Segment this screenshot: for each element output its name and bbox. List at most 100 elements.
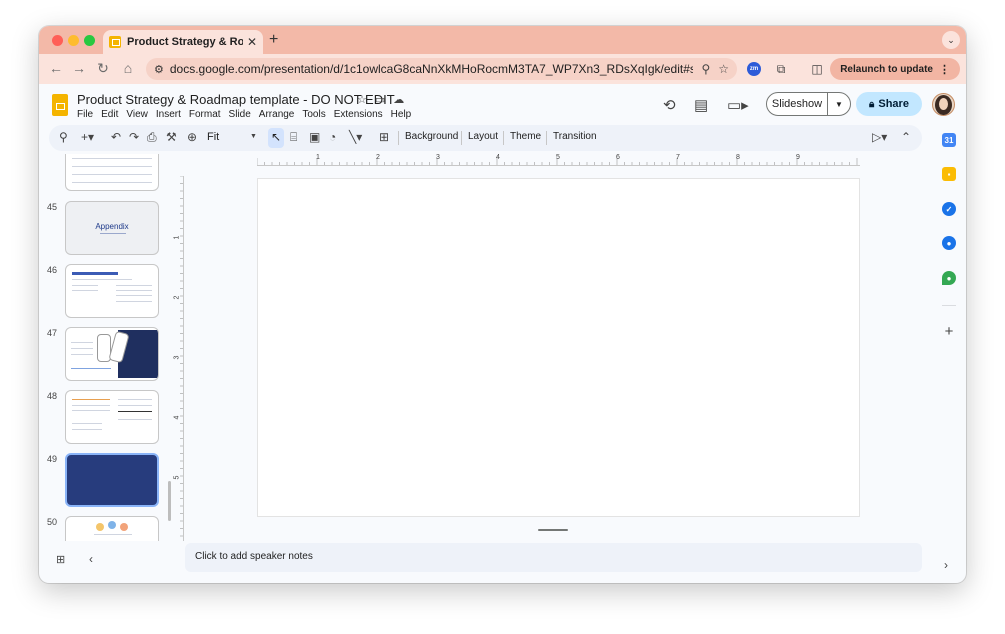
slide-thumbnail-47[interactable]: [65, 327, 159, 381]
calendar-icon[interactable]: 31: [942, 133, 956, 147]
address-bar[interactable]: ⚙ docs.google.com/presentation/d/1c1owlc…: [146, 58, 737, 80]
slides-logo-icon[interactable]: [52, 94, 68, 116]
shape-icon[interactable]: ◔: [329, 130, 336, 144]
zoom-dropdown-icon[interactable]: ▼: [250, 133, 257, 140]
minimize-window-button[interactable]: [68, 35, 79, 46]
slideshow-button[interactable]: Slideshow ▼: [766, 92, 851, 116]
insert-comment-icon[interactable]: ⊞: [379, 130, 389, 144]
zoom-magnifier-icon[interactable]: ⚲: [701, 62, 710, 76]
new-slide-icon[interactable]: +▾: [81, 130, 94, 144]
move-folder-icon[interactable]: ▭: [375, 93, 385, 106]
slide-number: 47: [47, 328, 58, 338]
tab-search-button[interactable]: ⌄: [942, 31, 960, 49]
browser-tab[interactable]: Product Strategy & Roadmap template - DO…: [103, 30, 263, 54]
zoom-select[interactable]: Fit: [207, 131, 219, 143]
slide-number: 48: [47, 391, 58, 401]
extensions-puzzle-icon[interactable]: ⧉: [772, 60, 790, 78]
close-window-button[interactable]: [52, 35, 63, 46]
menu-insert[interactable]: Insert: [156, 109, 181, 120]
ruler-label: 2: [376, 154, 380, 161]
slide-number: 49: [47, 454, 58, 464]
close-tab-icon[interactable]: ✕: [247, 35, 257, 49]
home-icon[interactable]: ⌂: [119, 60, 137, 76]
slide-canvas[interactable]: [257, 178, 860, 517]
url-text[interactable]: docs.google.com/presentation/d/1c1owlcaG…: [170, 62, 694, 76]
menu-extensions[interactable]: Extensions: [334, 109, 383, 120]
line-icon[interactable]: ╲▾: [349, 130, 362, 144]
slide-thumbnail-46[interactable]: [65, 264, 159, 318]
menu-format[interactable]: Format: [189, 109, 221, 120]
menu-arrange[interactable]: Arrange: [259, 109, 295, 120]
collapse-toolbar-icon[interactable]: ⌃: [901, 130, 911, 144]
background-button[interactable]: Background: [405, 131, 458, 142]
collapse-filmstrip-icon[interactable]: ‹: [89, 552, 93, 566]
cloud-status-icon[interactable]: ☁: [393, 93, 404, 106]
ruler-label: 5: [556, 154, 560, 161]
search-menus-icon[interactable]: ⚲: [59, 130, 68, 144]
ruler-label: 9: [796, 154, 800, 161]
grid-view-icon[interactable]: ⊞: [56, 553, 65, 566]
paint-format-icon[interactable]: ⚒: [166, 130, 177, 144]
share-button[interactable]: 🔒︎ Share: [856, 92, 922, 116]
ruler-label: 2: [173, 295, 181, 300]
redo-icon[interactable]: ↷: [129, 130, 139, 144]
print-icon[interactable]: ⎙: [147, 130, 157, 145]
zoom-extension-icon[interactable]: zm: [747, 62, 761, 76]
appendix-text: Appendix: [95, 222, 129, 231]
get-addons-icon[interactable]: +: [942, 323, 956, 340]
maximize-window-button[interactable]: [84, 35, 95, 46]
slide-thumbnail-50[interactable]: [65, 516, 159, 541]
slideshow-dropdown-icon[interactable]: ▼: [828, 100, 850, 109]
bookmark-star-icon[interactable]: ☆: [718, 62, 729, 76]
comments-icon[interactable]: ▤: [694, 96, 708, 114]
ruler-label: 1: [316, 154, 320, 161]
maps-icon[interactable]: ●: [942, 271, 956, 285]
tasks-icon[interactable]: ✓: [942, 202, 956, 216]
ruler-label: 8: [736, 154, 740, 161]
select-tool-icon[interactable]: ↖: [268, 128, 284, 148]
menu-view[interactable]: View: [126, 109, 148, 120]
slide-thumbnail-48[interactable]: [65, 390, 159, 444]
slide-thumbnail[interactable]: [65, 154, 159, 191]
side-panel-icon[interactable]: ◫: [808, 60, 826, 78]
ruler-label: 4: [173, 415, 181, 420]
new-tab-button[interactable]: +: [269, 31, 278, 49]
meet-video-icon[interactable]: ▭▸: [727, 96, 749, 114]
relaunch-button[interactable]: Relaunch to update ⋮: [830, 58, 960, 80]
document-title[interactable]: Product Strategy & Roadmap template - DO…: [77, 92, 395, 107]
pen-tool-icon[interactable]: ▷▾: [872, 130, 887, 144]
expand-side-panel-icon[interactable]: ›: [944, 558, 948, 572]
theme-button[interactable]: Theme: [510, 131, 541, 142]
ruler-label: 3: [173, 355, 181, 360]
slide-thumbnail-45[interactable]: Appendix: [65, 201, 159, 255]
back-icon[interactable]: ←: [47, 60, 65, 76]
reload-icon[interactable]: ↻: [94, 60, 112, 77]
relaunch-label: Relaunch to update: [840, 63, 933, 75]
menu-slide[interactable]: Slide: [229, 109, 251, 120]
menu-file[interactable]: File: [77, 109, 93, 120]
transition-button[interactable]: Transition: [553, 131, 597, 142]
forward-icon[interactable]: →: [70, 60, 88, 76]
keep-icon[interactable]: ▪: [942, 167, 956, 181]
site-info-icon[interactable]: ⚙: [154, 63, 164, 76]
zoom-icon[interactable]: ⊕: [187, 130, 197, 144]
slideshow-label: Slideshow: [771, 98, 823, 110]
insert-image-icon[interactable]: ▣: [309, 130, 320, 144]
layout-button[interactable]: Layout: [468, 131, 498, 142]
undo-icon[interactable]: ↶: [111, 130, 121, 144]
filmstrip-scrollbar[interactable]: [168, 481, 171, 521]
menu-tools[interactable]: Tools: [302, 109, 325, 120]
text-box-icon[interactable]: ⌸: [290, 130, 297, 145]
speaker-notes[interactable]: Click to add speaker notes: [185, 543, 922, 572]
slide-thumbnail-49-selected[interactable]: [65, 453, 159, 507]
more-vert-icon[interactable]: ⋮: [939, 63, 950, 76]
account-avatar[interactable]: [932, 93, 955, 116]
star-icon[interactable]: ☆: [357, 93, 367, 106]
menu-edit[interactable]: Edit: [101, 109, 118, 120]
contacts-icon[interactable]: ●: [942, 236, 956, 250]
menu-help[interactable]: Help: [391, 109, 412, 120]
browser-toolbar: ← → ↻ ⌂ ⚙ docs.google.com/presentation/d…: [39, 54, 966, 84]
notes-resize-handle[interactable]: [538, 529, 568, 531]
version-history-icon[interactable]: ⟲: [663, 96, 676, 114]
editor-toolbar: ⚲ +▾ ↶ ↷ ⎙ ⚒ ⊕ Fit ▼ ↖ ⌸ ▣ ◔ ╲▾ ⊞ Backgr…: [49, 125, 922, 151]
